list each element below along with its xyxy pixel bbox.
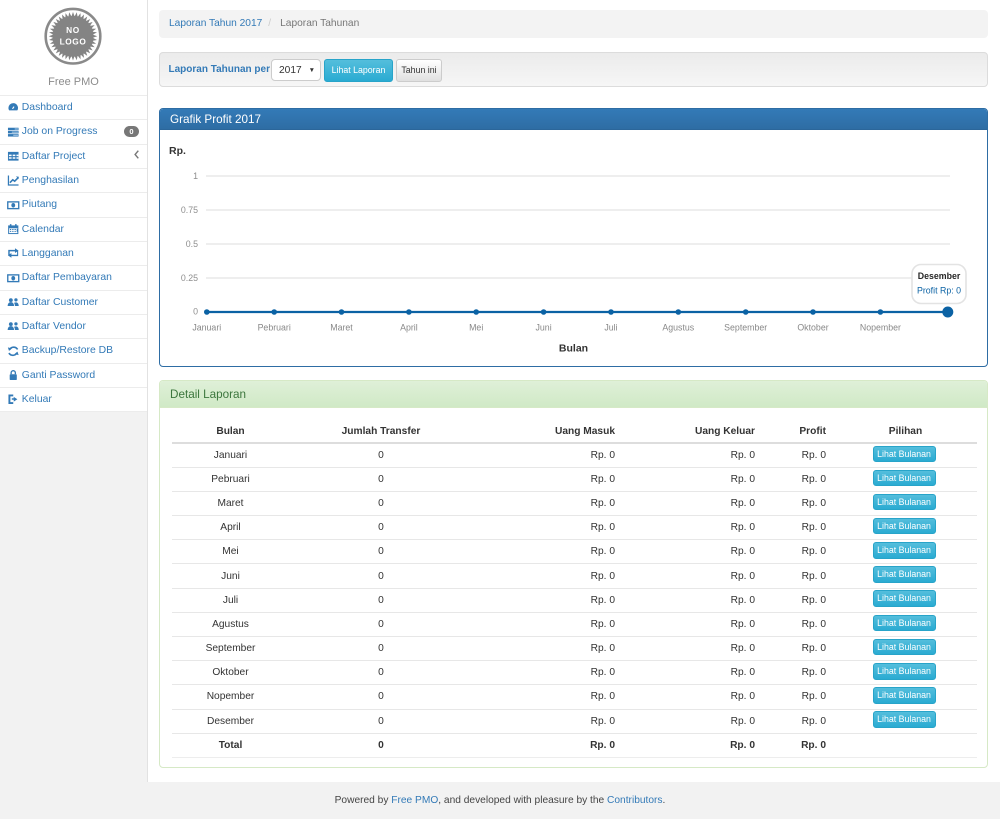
svg-text:Nopember: Nopember <box>860 323 901 333</box>
svg-text:Agustus: Agustus <box>662 323 694 333</box>
svg-text:NO: NO <box>66 25 80 35</box>
svg-text:1: 1 <box>193 171 198 181</box>
svg-text:Oktober: Oktober <box>797 323 828 333</box>
svg-text:0.75: 0.75 <box>181 205 198 215</box>
svg-text:Juni: Juni <box>536 323 552 333</box>
svg-text:September: September <box>724 323 767 333</box>
svg-text:Pebruari: Pebruari <box>258 323 291 333</box>
svg-text:Januari: Januari <box>192 323 221 333</box>
svg-text:April: April <box>400 323 418 333</box>
svg-text:LOGO: LOGO <box>60 37 87 47</box>
svg-text:Profit Rp: 0: Profit Rp: 0 <box>917 286 961 296</box>
svg-text:Juli: Juli <box>604 323 617 333</box>
svg-text:Mei: Mei <box>469 323 483 333</box>
svg-text:0.5: 0.5 <box>186 239 198 249</box>
svg-text:0: 0 <box>193 307 198 317</box>
svg-text:0.25: 0.25 <box>181 273 198 283</box>
svg-text:Bulan: Bulan <box>559 343 588 355</box>
svg-text:Desember: Desember <box>918 271 961 281</box>
svg-text:Rp.: Rp. <box>169 145 186 157</box>
svg-text:Maret: Maret <box>330 323 353 333</box>
